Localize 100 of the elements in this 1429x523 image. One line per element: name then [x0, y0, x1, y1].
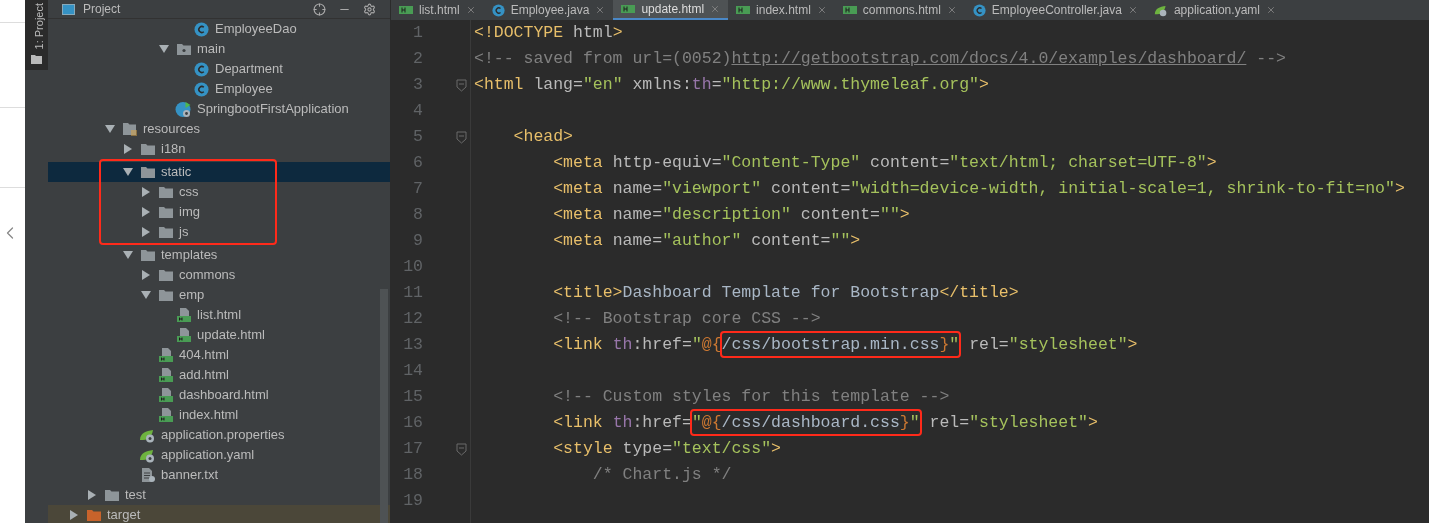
tree-item[interactable]: i18n: [48, 139, 390, 159]
tree-item[interactable]: list.html: [48, 305, 390, 325]
scrollbar[interactable]: [380, 289, 388, 523]
tree-item[interactable]: target: [48, 505, 390, 523]
tree-item[interactable]: EmployeeDao: [48, 19, 390, 39]
folder-icon: [157, 185, 174, 199]
line-number: 5: [412, 125, 423, 148]
fold-icon[interactable]: [455, 442, 467, 456]
close-icon[interactable]: [816, 5, 827, 15]
tree-item[interactable]: application.properties: [48, 425, 390, 445]
html-file-icon: [157, 407, 174, 423]
text-file-icon: [139, 467, 156, 483]
tree-item[interactable]: img: [48, 202, 390, 222]
tree-item[interactable]: Department: [48, 59, 390, 79]
editor-tab[interactable]: commons.html: [834, 0, 965, 20]
caret-icon[interactable]: [141, 187, 151, 197]
tree-item[interactable]: index.html: [48, 405, 390, 425]
html-file-icon: [157, 347, 174, 363]
code-line: <meta name="viewport" content="width=device-width, initial-scale=1, shrink-to-fit=no">: [552, 177, 1405, 200]
tree-item[interactable]: css: [48, 182, 390, 202]
tree-item[interactable]: banner.txt: [48, 465, 390, 485]
line-number: 11: [402, 281, 423, 304]
class-icon: [194, 81, 209, 97]
folder-icon: [157, 225, 174, 239]
tree-item[interactable]: resources: [48, 119, 390, 139]
editor-tab[interactable]: EmployeeController.java: [964, 0, 1146, 20]
line-number: 17: [402, 437, 423, 460]
close-icon[interactable]: [1265, 5, 1276, 15]
folder-icon: [85, 508, 102, 522]
line-number: 1: [412, 21, 423, 44]
line-number: 6: [412, 151, 423, 174]
spring-config-icon: [139, 427, 156, 443]
line-number: 10: [402, 255, 423, 278]
html-file-icon: [157, 387, 174, 403]
folder-icon: [139, 142, 156, 156]
tree-item[interactable]: add.html: [48, 365, 390, 385]
line-number: 18: [402, 463, 423, 486]
caret-icon[interactable]: [87, 490, 97, 500]
line-number: 12: [402, 307, 423, 330]
editor-tab[interactable]: application.yaml: [1145, 0, 1284, 20]
folder-icon: [157, 268, 174, 282]
editor-tab[interactable]: list.html: [391, 0, 484, 20]
fold-icon[interactable]: [455, 130, 467, 144]
fold-icon[interactable]: [455, 78, 467, 92]
tree-item[interactable]: commons: [48, 265, 390, 285]
code-line: <title>Dashboard Template for Bootstrap</title>: [552, 281, 1019, 304]
caret-icon[interactable]: [123, 167, 133, 177]
caret-icon[interactable]: [123, 144, 133, 154]
line-number: 8: [412, 203, 423, 226]
code-line: <meta http-equiv="Content-Type" content="text/html; charset=UTF-8">: [552, 151, 1217, 174]
close-icon[interactable]: [946, 5, 957, 15]
line-number: 2: [412, 47, 423, 70]
code-line: <meta name="description" content="">: [552, 203, 910, 226]
line-number: 15: [402, 385, 423, 408]
html-file-icon: [157, 367, 174, 383]
class-icon: [194, 21, 209, 37]
editor-tab[interactable]: index.html: [728, 0, 835, 20]
tree-item[interactable]: SpringbootFirstApplication: [48, 99, 390, 119]
tree-item[interactable]: application.yaml: [48, 445, 390, 465]
caret-icon[interactable]: [105, 124, 115, 134]
class-icon: [972, 3, 986, 17]
html-file-icon: [736, 5, 751, 15]
caret-icon[interactable]: [123, 250, 133, 260]
line-number: 14: [402, 359, 423, 382]
tree-item[interactable]: emp: [48, 285, 390, 305]
caret-icon[interactable]: [159, 44, 169, 54]
close-icon[interactable]: [1127, 5, 1138, 15]
tree-item[interactable]: test: [48, 485, 390, 505]
tree-item[interactable]: update.html: [48, 325, 390, 345]
class-icon: [194, 61, 209, 77]
class-icon: [491, 3, 505, 17]
code-line: <link th:href="@{/css/dashboard.css}" rel="stylesheet">: [474, 410, 1098, 436]
package-folder-icon: [175, 42, 192, 56]
caret-icon[interactable]: [141, 227, 151, 237]
settings-icon[interactable]: [363, 2, 376, 16]
line-number: 13: [402, 333, 423, 356]
caret-icon[interactable]: [141, 207, 151, 217]
locate-icon[interactable]: [313, 2, 326, 16]
editor-tab[interactable]: Employee.java: [483, 0, 614, 20]
close-icon[interactable]: [595, 5, 606, 15]
tree-item[interactable]: 404.html: [48, 345, 390, 365]
line-number: 4: [412, 99, 423, 122]
folder-icon: [139, 248, 156, 262]
window-icon: [62, 3, 75, 15]
code-line: <!-- Bootstrap core CSS -->: [552, 307, 821, 330]
panel-title: Project: [83, 1, 121, 18]
caret-icon[interactable]: [141, 270, 151, 280]
caret-icon[interactable]: [69, 510, 79, 520]
tree-item[interactable]: Employee: [48, 79, 390, 99]
tree-item[interactable]: js: [48, 222, 390, 242]
tree-item[interactable]: main: [48, 39, 390, 59]
spring-config-icon: [1153, 3, 1168, 17]
editor-tab[interactable]: update.html: [613, 0, 729, 20]
caret-icon[interactable]: [141, 290, 151, 300]
line-number: 16: [402, 411, 423, 434]
tree-item[interactable]: dashboard.html: [48, 385, 390, 405]
tree-item[interactable]: static: [48, 162, 390, 182]
close-icon[interactable]: [465, 5, 476, 15]
code-line: <!-- saved from url=(0052)http://getbootstrap.com/docs/4.0/examples/dashboard/ -->: [474, 47, 1286, 70]
tree-item[interactable]: templates: [48, 245, 390, 265]
